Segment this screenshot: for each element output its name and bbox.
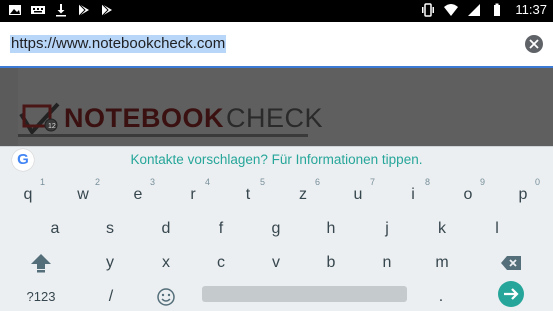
slash-key[interactable]: / [88,282,134,311]
key-c[interactable]: c [198,248,244,278]
key-t[interactable]: t5 [225,177,271,210]
arrow-right-icon [504,288,519,300]
notification-icons [8,3,114,17]
key-d[interactable]: d [143,214,189,244]
clear-url-button[interactable] [525,35,543,53]
suggestion-strip[interactable]: G Kontakte vorschlagen? Für Informatione… [0,146,553,172]
page-content: 12 NOTEBOOK CHECK [0,68,553,146]
key-m[interactable]: m [419,248,465,278]
key-row-2: asdfghjkl [0,214,553,244]
shift-icon [31,254,51,273]
key-hint: 0 [534,177,540,187]
key-label: r [190,186,196,203]
key-r[interactable]: r4 [170,177,216,210]
on-screen-keyboard: q1w2e3r4t5z6u7i8o9p0 asdfghjkl yxcvbnm ?… [0,172,553,311]
image-icon [9,5,21,15]
period-key[interactable]: . [418,282,464,311]
play-store-icon [101,3,112,17]
logo-text-notebook: NOTEBOOK [64,102,225,133]
go-button[interactable] [498,281,524,307]
key-e[interactable]: e3 [115,177,161,210]
close-icon [529,39,539,49]
key-o[interactable]: o9 [445,177,491,210]
emoji-key[interactable] [143,282,189,311]
wifi-icon [444,3,459,16]
keyboard-icon [31,6,45,14]
key-l[interactable]: l [474,214,520,244]
key-row-1: q1w2e3r4t5z6u7i8o9p0 [0,177,553,210]
signal-icon [468,3,481,16]
key-label: e [133,186,143,203]
key-f[interactable]: f [198,214,244,244]
logo-check-icon: 12 [18,98,62,138]
key-y[interactable]: y [87,248,133,278]
key-label: z [299,186,307,203]
backspace-icon [501,256,521,270]
key-label: o [463,186,473,203]
status-bar: 11:37 [0,0,553,22]
site-logo: 12 NOTEBOOK CHECK [18,98,323,138]
key-hint: 6 [314,177,320,187]
symbols-key[interactable]: ?123 [18,282,64,311]
key-k[interactable]: k [419,214,465,244]
key-a[interactable]: a [32,214,78,244]
key-label: t [245,186,251,203]
logo-text-check: CHECK [226,102,324,133]
key-s[interactable]: s [87,214,133,244]
key-h[interactable]: h [308,214,354,244]
key-p[interactable]: p0 [500,177,546,210]
key-z[interactable]: z6 [280,177,326,210]
key-hint: 2 [94,177,100,187]
key-u[interactable]: u7 [335,177,381,210]
key-n[interactable]: n [364,248,410,278]
system-icons: 11:37 [421,2,547,17]
contacts-suggestion[interactable]: Kontakte vorschlagen? Für Informationen … [0,152,553,167]
download-icon [56,4,66,17]
key-j[interactable]: j [364,214,410,244]
divider [18,134,308,137]
key-i[interactable]: i8 [390,177,436,210]
key-hint: 8 [424,177,430,187]
backspace-key[interactable] [488,248,534,278]
space-bar[interactable] [202,286,407,302]
shift-key[interactable] [18,248,64,278]
key-label: p [518,186,528,203]
play-store-icon [78,3,89,17]
key-w[interactable]: w2 [60,177,106,210]
battery-icon [494,3,501,16]
key-label: q [23,186,33,203]
key-label: u [353,186,363,203]
vibrate-icon [422,2,435,17]
address-bar[interactable]: https://www.notebookcheck.com [0,22,553,68]
key-hint: 4 [204,177,210,187]
key-row-3: yxcvbnm [0,248,553,278]
url-input[interactable]: https://www.notebookcheck.com [10,35,227,53]
key-g[interactable]: g [253,214,299,244]
key-hint: 9 [479,177,485,187]
svg-text:12: 12 [48,123,56,130]
key-b[interactable]: b [308,248,354,278]
key-label: w [77,186,89,203]
emoji-icon [157,288,175,306]
key-v[interactable]: v [253,248,299,278]
key-hint: 3 [149,177,155,187]
key-hint: 1 [39,177,45,187]
clock: 11:37 [515,2,547,17]
key-label: i [411,186,415,203]
key-q[interactable]: q1 [5,177,51,210]
key-hint: 7 [369,177,375,187]
key-x[interactable]: x [143,248,189,278]
key-hint: 5 [259,177,265,187]
